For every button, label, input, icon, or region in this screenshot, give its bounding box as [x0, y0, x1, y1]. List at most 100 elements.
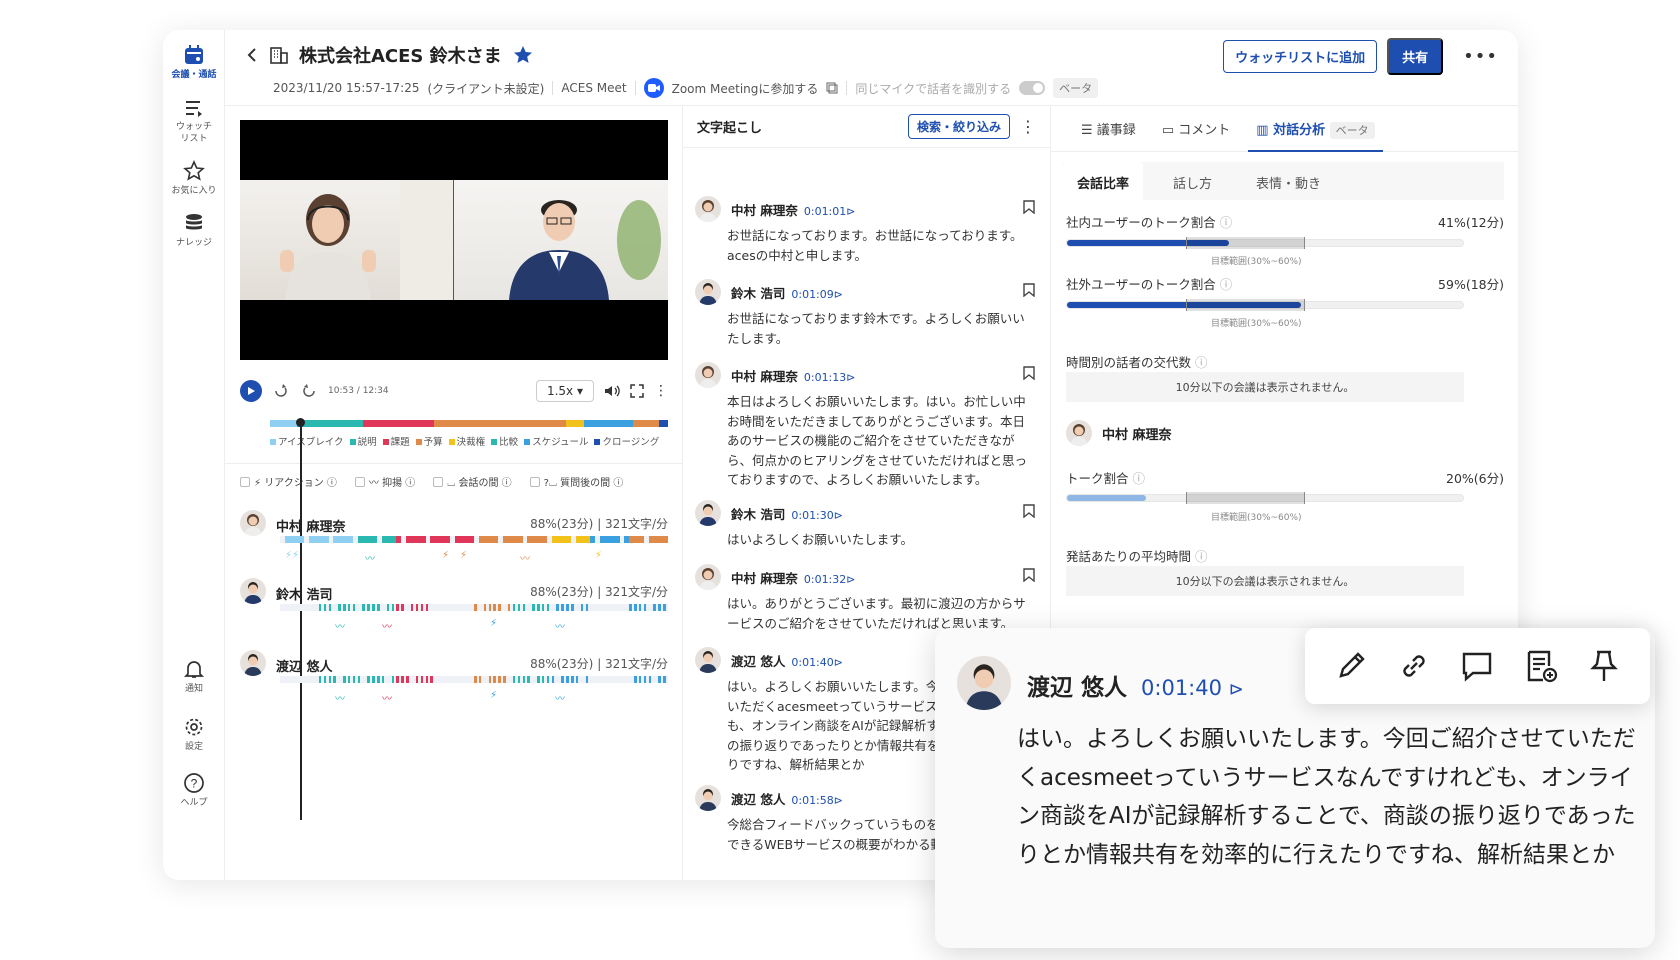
- person-name: 中村 麻理奈: [1102, 427, 1172, 443]
- fullscreen-icon[interactable]: [630, 384, 644, 398]
- forward-15-icon[interactable]: [300, 382, 318, 400]
- nav-notifications[interactable]: 通知: [163, 658, 225, 695]
- tab-minutes[interactable]: ☰ 議事録: [1081, 119, 1136, 138]
- timeline-segment[interactable]: [362, 420, 434, 427]
- bookmark-icon[interactable]: [1023, 366, 1035, 380]
- search-filter-button[interactable]: 検索・絞り込み: [907, 114, 1010, 139]
- tab-dialogue-analysis[interactable]: ▥ 対話分析 ベータ: [1248, 119, 1383, 152]
- bookmark-icon[interactable]: [1023, 568, 1035, 582]
- message-timestamp[interactable]: 0:01:58⊳: [791, 794, 843, 807]
- nav-meetings[interactable]: 会議・通話: [163, 44, 225, 81]
- topic-timeline[interactable]: [270, 420, 668, 427]
- message-timestamp[interactable]: 0:01:01⊳: [804, 205, 856, 218]
- legend-item: 決裁権: [449, 434, 486, 448]
- rewind-15-icon[interactable]: [272, 382, 290, 400]
- mic-identify-label: 同じマイクで話者を識別する: [855, 81, 1012, 96]
- internal-talk-gauge: [1066, 237, 1464, 249]
- speed-select[interactable]: 1.5x ▾: [535, 380, 594, 402]
- share-button[interactable]: 共有: [1387, 38, 1444, 75]
- info-icon[interactable]: ⓘ: [1195, 355, 1208, 370]
- comment-icon[interactable]: [1459, 648, 1495, 684]
- message-speaker-name: 中村 麻理奈: [731, 369, 798, 384]
- transcript-title: 文字起こし: [697, 121, 763, 136]
- filter-reaction[interactable]: ⚡ リアクション ⓘ: [240, 474, 337, 489]
- link-icon[interactable]: [1396, 648, 1432, 684]
- legend-item: 比較: [491, 434, 518, 448]
- transcript-more-icon[interactable]: ⋮: [1020, 117, 1036, 136]
- timeline-segment[interactable]: [659, 420, 668, 427]
- nav-help[interactable]: ? ヘルプ: [163, 772, 225, 809]
- speaker-name: 中村 麻理奈: [276, 520, 346, 535]
- external-talk-metric: 社外ユーザーのトーク割合 ⓘ 59%(18分): [1066, 274, 1504, 293]
- copy-icon[interactable]: [826, 82, 838, 94]
- info-icon[interactable]: ⓘ: [1220, 215, 1233, 230]
- speaker-speed: 321文字/分: [605, 517, 668, 531]
- external-talk-value: 59%(18分): [1438, 277, 1504, 292]
- player-controls: 10:53 / 12:34 1.5x ▾ ⋮: [240, 376, 668, 406]
- tab-dialogue-analysis-label: 対話分析: [1273, 123, 1326, 138]
- bookmark-icon[interactable]: [1023, 283, 1035, 297]
- meeting-datetime: 2023/11/20 15:57-17:25: [273, 81, 420, 95]
- player-more-icon[interactable]: ⋮: [654, 383, 668, 399]
- timeline-segment[interactable]: [583, 420, 633, 427]
- zoom-join-link[interactable]: Zoom Meetingに参加する: [672, 80, 819, 97]
- speaker-stats: 88%(23分) | 321文字/分: [530, 585, 668, 599]
- video-player[interactable]: [240, 120, 668, 360]
- speaker-activity-bar: [280, 536, 669, 543]
- back-chevron-icon[interactable]: [245, 47, 259, 63]
- nav-watchlist[interactable]: ウォッチ リスト: [163, 98, 225, 145]
- message-text: 本日はよろしくお願いいたします。はい。お忙しい中お時間をいただきましてありがとう…: [727, 394, 1028, 487]
- filter-question-pause[interactable]: ?⌴ 質問後の間 ⓘ: [529, 474, 623, 489]
- timeline-segment[interactable]: [433, 420, 567, 427]
- filter-pause[interactable]: ⌴ 会話の間 ⓘ: [433, 474, 512, 489]
- nav-meetings-label: 会議・通話: [171, 70, 217, 80]
- message-timestamp[interactable]: 0:01:13⊳: [804, 371, 856, 384]
- timeline-segment[interactable]: [632, 420, 660, 427]
- play-button[interactable]: [240, 380, 262, 402]
- subtab-expression[interactable]: 表情・動き: [1242, 162, 1335, 200]
- zoom-icon: [643, 78, 664, 98]
- speaker-row[interactable]: 渡辺 悠人 88%(23分) | 321文字/分 〰〰 ⚡ 〰: [240, 650, 668, 712]
- popup-text: はい。よろしくお願いいたします。今回ご紹介させていただくacesmeetっていう…: [1017, 726, 1636, 868]
- info-icon[interactable]: ⓘ: [1133, 471, 1146, 486]
- message-timestamp-value: 0:01:40: [791, 656, 834, 669]
- speaker-row[interactable]: 中村 麻理奈 88%(23分) | 321文字/分 ⚡⚡ 〰 ⚡ ⚡ 〰 ⚡: [240, 510, 669, 572]
- message-timestamp[interactable]: 0:01:09⊳: [791, 288, 843, 301]
- star-filled-icon[interactable]: [512, 44, 534, 66]
- more-options-icon[interactable]: •••: [1463, 46, 1498, 67]
- pin-icon[interactable]: [1586, 648, 1622, 684]
- message-timestamp[interactable]: 0:01:40⊳: [791, 656, 843, 669]
- message-text: お世話になっております。お世話になっております。acesの中村と申します。: [727, 228, 1023, 263]
- subtab-speaking-style[interactable]: 話し方: [1159, 162, 1226, 200]
- tab-comments-label: コメント: [1178, 123, 1231, 138]
- tab-comments[interactable]: ▭ コメント: [1162, 119, 1230, 138]
- nav-knowledge[interactable]: ナレッジ: [163, 212, 225, 249]
- popup-timestamp[interactable]: 0:01:40 ⊳: [1141, 676, 1244, 700]
- speaker-row[interactable]: 鈴木 浩司 88%(23分) | 321文字/分 〰〰 ⚡ 〰: [240, 578, 668, 640]
- person-talk-fill: [1067, 495, 1147, 501]
- legend-item: アイスブレイク: [270, 434, 344, 448]
- mic-identify-toggle[interactable]: [1019, 81, 1046, 95]
- target-range: [1185, 237, 1305, 249]
- volume-icon[interactable]: [604, 384, 620, 398]
- timeline-segment[interactable]: [296, 420, 363, 427]
- pencil-icon[interactable]: [1333, 648, 1369, 684]
- not-shown-notice: 10分以下の会議は表示されません。: [1066, 372, 1464, 402]
- message-timestamp[interactable]: 0:01:30⊳: [791, 509, 843, 522]
- timeline-segment[interactable]: [270, 420, 297, 427]
- message-timestamp[interactable]: 0:01:32⊳: [804, 573, 856, 586]
- bookmark-icon[interactable]: [1023, 504, 1035, 518]
- filter-intonation[interactable]: 〰 抑揚 ⓘ: [354, 474, 415, 489]
- timeline-segment[interactable]: [566, 420, 584, 427]
- add-watchlist-button[interactable]: ウォッチリストに追加: [1223, 40, 1378, 73]
- nav-settings[interactable]: 設定: [163, 716, 225, 753]
- speaker-speed: 321文字/分: [605, 657, 668, 671]
- add-note-icon[interactable]: [1523, 648, 1559, 684]
- calendar-icon: [185, 45, 203, 64]
- bookmark-icon[interactable]: [1023, 200, 1035, 214]
- nav-favorites[interactable]: お気に入り: [163, 160, 225, 197]
- person-talk-label: トーク割合: [1066, 471, 1129, 486]
- subtab-talk-ratio[interactable]: 会話比率: [1063, 162, 1144, 200]
- info-icon[interactable]: ⓘ: [1195, 549, 1208, 564]
- info-icon[interactable]: ⓘ: [1220, 277, 1233, 292]
